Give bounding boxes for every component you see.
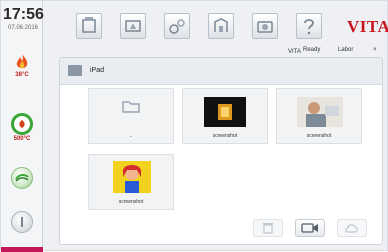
ready-status: Ready bbox=[303, 47, 321, 53]
device-screen: 17:56 07.06.2016 38°C 500°C VITA VITA Re… bbox=[0, 0, 388, 252]
chamber-temperature: 38°C bbox=[15, 72, 29, 78]
clock: 17:56 07.06.2016 bbox=[3, 6, 44, 32]
video-camera-icon bbox=[301, 223, 318, 233]
upload-button[interactable] bbox=[337, 219, 367, 237]
screenshot-tile[interactable]: screenshot bbox=[88, 154, 174, 210]
tile-label: screenshot bbox=[212, 133, 238, 139]
help-icon[interactable] bbox=[296, 13, 322, 39]
folder-up-tile[interactable]: .. bbox=[88, 88, 174, 144]
accent-strip bbox=[1, 247, 43, 252]
vacuum-icon[interactable] bbox=[208, 13, 234, 39]
brand-logo: VITA bbox=[347, 17, 388, 36]
status-bar: VITA Ready Labor × bbox=[288, 47, 377, 55]
camera-button[interactable] bbox=[295, 219, 325, 237]
time-display: 17:56 bbox=[3, 6, 44, 23]
left-sidebar: 17:56 07.06.2016 38°C 500°C bbox=[1, 1, 44, 252]
date-display: 07.06.2016 bbox=[7, 25, 39, 31]
power-icon bbox=[11, 211, 33, 233]
swirl-icon bbox=[11, 167, 33, 189]
tile-label: screenshot bbox=[306, 133, 332, 139]
screenshot-tile[interactable]: screenshot bbox=[276, 88, 362, 144]
settings-icon[interactable] bbox=[164, 13, 190, 39]
furnace-thumbnail bbox=[204, 97, 246, 127]
leaf-icon bbox=[11, 113, 33, 135]
tablet-icon bbox=[68, 65, 82, 76]
folder-icon bbox=[122, 101, 140, 113]
folder-title: iPad bbox=[90, 67, 105, 74]
popart-thumbnail bbox=[113, 161, 151, 193]
program-icon[interactable] bbox=[76, 13, 102, 39]
temperature-indicator: 38°C bbox=[1, 53, 43, 78]
panel-header: iPad bbox=[60, 58, 382, 85]
labor-status: Labor bbox=[338, 47, 354, 53]
tile-label: screenshot bbox=[118, 199, 144, 205]
camera-icon[interactable] bbox=[252, 13, 278, 39]
close-icon[interactable]: × bbox=[373, 47, 377, 53]
mode-toggle[interactable] bbox=[1, 167, 43, 189]
delete-button[interactable] bbox=[253, 219, 283, 237]
cloud-icon bbox=[345, 224, 358, 233]
file-browser-panel: iPad .. screenshot screenshot screenshot bbox=[59, 57, 383, 245]
target-temperature: 500°C bbox=[13, 136, 31, 142]
power-control[interactable] bbox=[1, 211, 43, 233]
tile-label: .. bbox=[129, 133, 133, 139]
program-temperature-indicator: 500°C bbox=[1, 113, 43, 142]
top-toolbar: VITA bbox=[43, 1, 388, 43]
flame-icon bbox=[16, 54, 28, 69]
firing-icon[interactable] bbox=[120, 13, 146, 39]
trash-icon bbox=[263, 223, 273, 234]
screenshot-tile[interactable]: screenshot bbox=[182, 88, 268, 144]
person-thumbnail bbox=[297, 97, 343, 127]
